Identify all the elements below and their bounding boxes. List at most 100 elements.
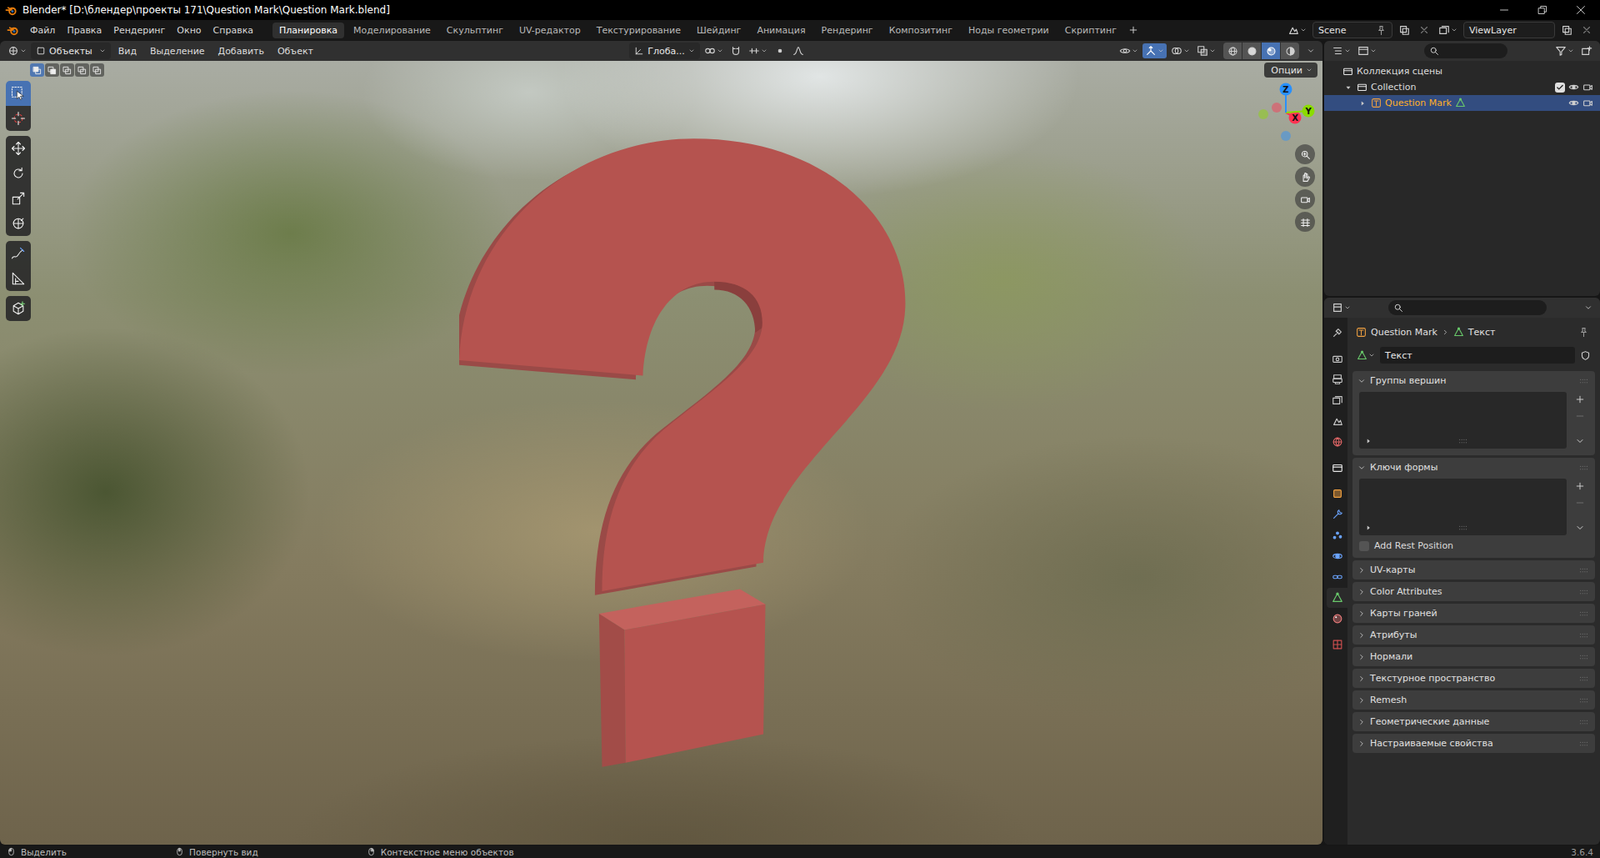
panel-header[interactable]: Color Attributes — [1352, 581, 1595, 601]
panel-header[interactable]: Атрибуты — [1352, 625, 1595, 645]
tool-button[interactable] — [5, 105, 31, 131]
properties-tab[interactable] — [1326, 634, 1348, 655]
workspace-tab[interactable]: Анимация — [750, 22, 812, 39]
expand-toggle[interactable] — [1357, 99, 1368, 108]
outliner-row[interactable]: Question Mark — [1324, 95, 1600, 111]
shading-button[interactable] — [1280, 42, 1300, 60]
tool-button[interactable] — [5, 185, 31, 211]
remove-button[interactable] — [1571, 408, 1589, 424]
properties-tab[interactable] — [1326, 410, 1348, 431]
shading-button[interactable] — [1223, 42, 1242, 60]
delete-scene-button[interactable] — [1415, 22, 1433, 38]
panel-header[interactable]: Геометрические данные — [1352, 711, 1595, 731]
properties-tab[interactable] — [1326, 457, 1348, 478]
add-button[interactable] — [1571, 391, 1589, 407]
falloff-button[interactable] — [790, 43, 807, 59]
filter-button[interactable] — [1552, 43, 1577, 59]
properties-tab[interactable] — [1326, 483, 1348, 504]
delete-view-layer-button[interactable] — [1578, 22, 1595, 38]
editor-type-button[interactable] — [5, 43, 30, 59]
zoom-button[interactable] — [1295, 144, 1315, 165]
options-button[interactable]: Опции — [1264, 62, 1318, 78]
datablock-browse[interactable] — [1354, 348, 1378, 363]
gizmo-toggle[interactable] — [1142, 43, 1167, 59]
panel-header[interactable]: Настраиваемые свойства — [1352, 733, 1595, 753]
tool-button[interactable] — [5, 295, 31, 321]
checkbox[interactable] — [1359, 540, 1370, 551]
specials-button[interactable] — [1571, 433, 1589, 449]
outliner-row[interactable]: Collection — [1324, 79, 1600, 95]
workspace-tab[interactable]: Моделирование — [346, 22, 438, 39]
menu-item[interactable]: Правка — [60, 23, 108, 38]
menu-item[interactable]: Файл — [24, 23, 61, 38]
workspace-tab[interactable]: UV-редактор — [512, 22, 588, 39]
properties-tab[interactable] — [1326, 545, 1348, 566]
editor-type-button[interactable] — [1329, 300, 1354, 315]
properties-tab[interactable] — [1326, 348, 1348, 369]
properties-tab[interactable] — [1326, 322, 1348, 343]
workspace-tab[interactable]: Скриптинг — [1058, 22, 1124, 39]
display-mode-button[interactable] — [1355, 43, 1380, 59]
specials-button[interactable] — [1571, 520, 1589, 535]
view-layer-browse[interactable] — [1435, 22, 1460, 38]
overlay-toggle[interactable] — [1168, 43, 1193, 59]
exclude-checkbox[interactable] — [1555, 82, 1565, 93]
orientation-dropdown[interactable]: Глоба... — [629, 42, 700, 60]
properties-tab[interactable] — [1326, 587, 1348, 608]
menu-item[interactable]: Окно — [170, 23, 207, 38]
list-box[interactable] — [1359, 478, 1567, 535]
axis-handle[interactable]: Z — [1280, 83, 1293, 114]
scene-field[interactable]: Scene — [1312, 21, 1393, 39]
properties-search[interactable] — [1388, 300, 1547, 315]
workspace-tab[interactable]: Рендеринг — [815, 22, 880, 39]
select-mode-button[interactable] — [45, 63, 60, 77]
panel-header[interactable]: UV-карты — [1352, 560, 1595, 580]
panel-header[interactable]: Текстурное пространство — [1352, 668, 1595, 688]
list-box[interactable] — [1359, 391, 1567, 449]
select-mode-button[interactable] — [90, 63, 105, 77]
new-view-layer-button[interactable] — [1558, 22, 1575, 38]
question-mark-model[interactable] — [459, 138, 909, 772]
select-mode-button[interactable] — [30, 63, 45, 77]
mode-dropdown[interactable]: Объекты — [30, 42, 111, 60]
shading-button[interactable] — [1242, 42, 1261, 60]
viewport-canvas[interactable]: ОпцииXYZ — [0, 60, 1323, 845]
outliner-search[interactable] — [1424, 43, 1508, 59]
panel-header[interactable]: Нормали — [1352, 646, 1595, 666]
blender-menu[interactable] — [5, 24, 25, 37]
shading-options[interactable] — [1304, 45, 1318, 57]
workspace-tab[interactable]: Скульптинг — [440, 22, 510, 39]
tool-button[interactable] — [5, 265, 31, 291]
datablock-field[interactable]: Текст — [1380, 346, 1575, 364]
properties-tab[interactable] — [1326, 431, 1348, 452]
properties-tab[interactable] — [1326, 566, 1348, 587]
workspace-tab[interactable]: Ноды геометрии — [961, 22, 1056, 39]
view-layer-field[interactable]: ViewLayer — [1463, 21, 1555, 39]
editor-type-button[interactable] — [1329, 43, 1354, 59]
workspace-tab[interactable]: Композитинг — [882, 22, 960, 39]
add-button[interactable] — [1571, 478, 1589, 494]
close-button[interactable] — [1561, 0, 1600, 20]
panel-header[interactable]: Карты граней — [1352, 603, 1595, 623]
header-menu[interactable]: Объект — [271, 44, 320, 59]
snap-target-button[interactable] — [745, 43, 770, 59]
restore-button[interactable] — [1523, 0, 1562, 20]
proportional-button[interactable] — [771, 43, 789, 59]
tool-button[interactable] — [5, 160, 31, 186]
add-workspace-button[interactable] — [1125, 23, 1141, 37]
select-mode-button[interactable] — [75, 63, 90, 77]
visibility-toggle[interactable] — [1116, 43, 1141, 59]
properties-options[interactable] — [1581, 301, 1595, 314]
header-menu[interactable]: Добавить — [212, 44, 270, 59]
workspace-tab[interactable]: Планировка — [272, 22, 345, 39]
properties-tab[interactable] — [1326, 369, 1348, 390]
tool-button[interactable] — [5, 80, 31, 106]
tool-button[interactable] — [5, 240, 31, 266]
tool-button[interactable] — [5, 210, 31, 236]
properties-tab[interactable] — [1326, 390, 1348, 410]
scene-browse[interactable] — [1285, 22, 1310, 38]
minimize-button[interactable] — [1485, 0, 1524, 20]
tool-button[interactable] — [5, 135, 31, 161]
new-scene-button[interactable] — [1395, 22, 1413, 38]
snap-button[interactable] — [727, 43, 745, 59]
